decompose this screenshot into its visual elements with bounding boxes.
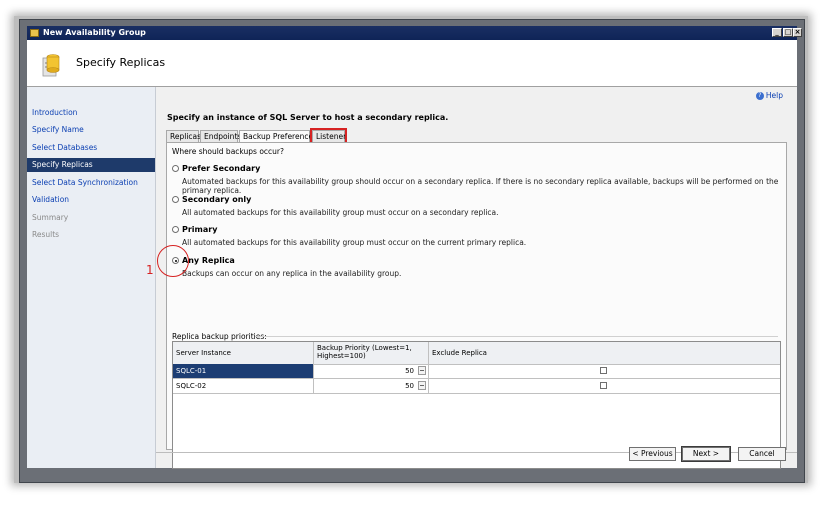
- column-header-exclude-replica: Exclude Replica: [432, 349, 487, 357]
- close-button[interactable]: ×: [793, 28, 802, 37]
- table-row[interactable]: SQLC-01 50: [173, 364, 780, 379]
- help-link[interactable]: ? Help: [755, 91, 783, 100]
- page-title: Specify Replicas: [76, 56, 166, 69]
- option-description: All automated backups for this availabil…: [182, 208, 499, 217]
- next-button[interactable]: Next >: [681, 446, 731, 462]
- exclude-replica-checkbox[interactable]: [600, 382, 607, 389]
- tab-endpoints[interactable]: Endpoints: [200, 130, 241, 142]
- column-header-server-instance: Server Instance: [173, 342, 314, 364]
- nav-item-introduction[interactable]: Introduction: [27, 106, 155, 120]
- annotation-circle: [157, 245, 189, 277]
- radio-primary[interactable]: [172, 226, 179, 233]
- nav-item-specify-name[interactable]: Specify Name: [27, 123, 155, 137]
- priorities-label: Replica backup priorities:: [172, 332, 267, 341]
- option-label: Secondary only: [182, 195, 252, 204]
- grid-header: Server Instance Backup Priority (Lowest=…: [173, 342, 780, 365]
- backup-priority-cell[interactable]: 50: [314, 379, 429, 393]
- radio-secondary-only[interactable]: [172, 196, 179, 203]
- group-divider: [255, 336, 778, 337]
- exclude-replica-cell: [429, 379, 780, 393]
- option-description: All automated backups for this availabil…: [182, 238, 527, 247]
- priority-spinner[interactable]: [418, 366, 426, 375]
- maximize-button[interactable]: □: [783, 28, 793, 37]
- instruction-text: Specify an instance of SQL Server to hos…: [167, 113, 449, 122]
- nav-item-results: Results: [32, 230, 60, 239]
- window-title: New Availability Group: [43, 28, 146, 37]
- tab-replicas[interactable]: Replicas: [166, 130, 201, 142]
- backup-priority-cell[interactable]: 50: [314, 364, 429, 378]
- priority-spinner[interactable]: [418, 381, 426, 390]
- nav-item-select-databases[interactable]: Select Databases: [27, 141, 155, 155]
- help-label: Help: [765, 91, 783, 100]
- table-row[interactable]: SQLC-02 50: [173, 379, 780, 394]
- radio-prefer-secondary[interactable]: [172, 165, 179, 172]
- nav-item-validation[interactable]: Validation: [27, 193, 155, 207]
- content-area: ? Help Specify an instance of SQL Server …: [156, 87, 797, 469]
- nav-item-select-data-synchronization[interactable]: Select Data Synchronization: [27, 176, 155, 190]
- backup-question: Where should backups occur?: [172, 147, 284, 156]
- server-instance-cell[interactable]: SQLC-02: [173, 379, 314, 393]
- title-bar: New Availability Group _ □ ×: [27, 26, 802, 40]
- cancel-button[interactable]: Cancel: [738, 447, 786, 461]
- backup-priority-value: 50: [405, 382, 414, 390]
- previous-button[interactable]: < Previous: [629, 447, 676, 461]
- backup-preferences-panel: Where should backups occur? Prefer Secon…: [166, 142, 787, 469]
- exclude-replica-checkbox[interactable]: [600, 367, 607, 374]
- option-description: Automated backups for this availability …: [182, 177, 779, 195]
- option-label: Any Replica: [182, 256, 235, 265]
- minimize-button[interactable]: _: [772, 28, 782, 37]
- page-header: Specify Replicas: [27, 40, 797, 87]
- tab-listener[interactable]: Listener: [310, 128, 347, 144]
- nav-item-specify-replicas[interactable]: Specify Replicas: [27, 158, 155, 172]
- option-description: Backups can occur on any replica in the …: [182, 269, 402, 278]
- dialog-window: New Availability Group _ □ × Specify Rep…: [19, 19, 805, 483]
- option-label: Primary: [182, 225, 218, 234]
- app-icon: [30, 29, 39, 37]
- nav-item-summary: Summary: [32, 213, 69, 222]
- wizard-nav: Introduction Specify Name Select Databas…: [27, 87, 156, 468]
- column-header-backup-priority: Backup Priority (Lowest=1, Highest=100): [314, 342, 429, 364]
- server-instance-cell[interactable]: SQLC-01: [173, 364, 314, 378]
- help-icon: ?: [755, 92, 764, 100]
- exclude-replica-cell: [429, 364, 780, 378]
- backup-priority-value: 50: [405, 367, 414, 375]
- option-label: Prefer Secondary: [182, 164, 261, 173]
- wizard-page-icon: [42, 54, 60, 77]
- annotation-number-1: 1: [146, 263, 154, 277]
